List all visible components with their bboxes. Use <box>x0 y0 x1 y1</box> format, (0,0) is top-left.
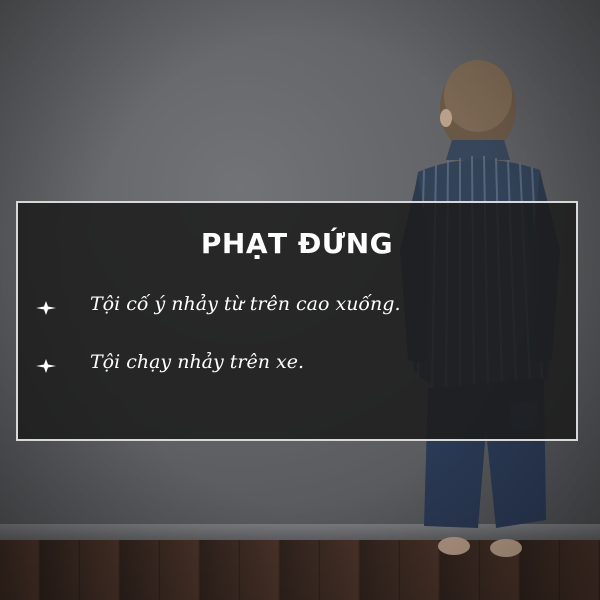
panel-title: PHẠT ĐỨNG <box>200 227 394 260</box>
list-item-text: Tội cố ý nhảy từ trên cao xuống. <box>90 293 401 315</box>
list-item: Tội cố ý nhảy từ trên cao xuống. <box>18 291 576 325</box>
list-item-text: Tội chạy nhảy trên xe. <box>90 351 305 373</box>
list-item: Tội chạy nhảy trên xe. <box>18 349 576 383</box>
four-point-star-bullet-icon <box>36 301 56 315</box>
four-point-star-bullet-icon <box>36 359 56 373</box>
punishment-panel: PHẠT ĐỨNG Tội cố ý nhảy từ trên cao xuốn… <box>16 201 578 441</box>
